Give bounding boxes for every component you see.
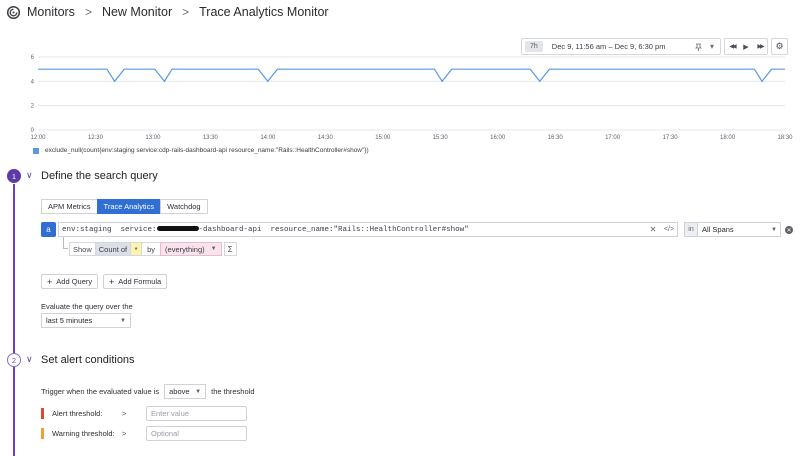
x-tick-label: 14:30 — [318, 135, 334, 141]
threshold-operator-select[interactable]: above ▼ — [164, 384, 207, 399]
alert-color-bar — [41, 408, 44, 419]
threshold-operator-value: above — [169, 387, 190, 396]
breadcrumb-separator: > — [84, 5, 92, 19]
alert-operator: > — [122, 409, 127, 418]
breadcrumb-monitors[interactable]: Monitors — [27, 5, 75, 19]
chevron-down-icon: ▼ — [771, 226, 777, 233]
x-tick-label: 16:30 — [548, 135, 564, 141]
series-line — [38, 68, 785, 83]
group-by-select[interactable]: (everything) ▼ — [160, 242, 222, 256]
breadcrumb-separator: > — [182, 5, 190, 19]
show-label: Show — [69, 242, 96, 256]
step-rail — [13, 184, 15, 456]
sigma-function-icon[interactable]: Σ — [223, 242, 237, 256]
section-title-alert-conditions: Set alert conditions — [41, 354, 135, 366]
chevron-down-icon: ▼ — [120, 317, 126, 324]
trigger-suffix: the threshold — [211, 387, 255, 396]
y-tick-label: 6 — [31, 55, 35, 61]
x-tick-label: 15:00 — [375, 135, 391, 141]
add-formula-label: Add Formula — [118, 277, 162, 286]
by-label: by — [142, 242, 161, 256]
x-tick-label: 12:00 — [30, 135, 46, 141]
service-prefix: service: — [120, 225, 157, 234]
add-query-label: Add Query — [56, 277, 93, 286]
plus-icon: + — [47, 276, 53, 287]
query-actions: ✕ </> — [645, 222, 677, 237]
evaluation-window-select[interactable]: last 5 minutes ▼ — [41, 313, 131, 328]
y-tick-label: 2 — [31, 104, 35, 110]
x-tick-label: 13:00 — [145, 135, 161, 141]
breadcrumb-new-monitor[interactable]: New Monitor — [102, 5, 172, 19]
x-tick-label: 14:00 — [260, 135, 276, 141]
alert-threshold-input[interactable] — [146, 406, 247, 421]
y-tick-label: 4 — [31, 79, 35, 85]
evaluation-window-value: last 5 minutes — [46, 316, 93, 325]
chevron-down-icon[interactable]: ∨ — [26, 354, 33, 365]
x-tick-label: 17:30 — [663, 135, 679, 141]
chart-legend: exclude_null(count{env:staging service:c… — [33, 147, 369, 154]
query-token-resource[interactable]: resource_name:"Rails::HealthController#s… — [271, 226, 469, 234]
x-tick-label: 18:30 — [777, 135, 793, 141]
query-letter-badge[interactable]: a — [41, 222, 56, 237]
redaction-mark — [156, 226, 199, 232]
aggregation-row: Show Count of * by (everything) ▼ Σ — [69, 242, 237, 256]
breadcrumb-current-page: Trace Analytics Monitor — [199, 5, 329, 19]
x-tick-label: 18:00 — [720, 135, 736, 141]
chevron-down-icon[interactable]: ∨ — [26, 170, 33, 181]
search-query-input[interactable]: env:staging service: -dashboard-api resou… — [58, 222, 678, 237]
query-token-env[interactable]: env:staging — [62, 226, 112, 234]
warning-operator: > — [122, 429, 127, 438]
in-label: in — [684, 222, 698, 237]
chevron-down-icon: ▼ — [195, 388, 202, 395]
legend-swatch — [33, 147, 39, 154]
warning-threshold-label: Warning threshold: — [52, 429, 115, 438]
clear-icon[interactable]: ✕ — [645, 222, 661, 237]
remove-query-icon[interactable]: ✕ — [785, 226, 793, 234]
x-tick-label: 16:00 — [490, 135, 506, 141]
span-scope-select[interactable]: All Spans ▼ — [697, 222, 781, 237]
plus-icon: + — [109, 276, 115, 287]
timeseries-chart: 6 4 2 012:00 12:30 13:00 13:30 14:00 14:30 15:00 1… — [30, 55, 793, 141]
x-tick-label: 13:30 — [203, 135, 219, 141]
tab-trace-analytics[interactable]: Trace Analytics — [96, 199, 162, 214]
y-tick-label: 0 — [31, 128, 35, 134]
monitors-logo-icon — [6, 5, 21, 19]
code-icon[interactable]: </> — [661, 222, 677, 237]
tab-apm-metrics[interactable]: APM Metrics — [41, 199, 98, 214]
query-connector — [63, 237, 68, 249]
x-tick-label: 12:30 — [88, 135, 104, 141]
add-formula-button[interactable]: + Add Formula — [103, 274, 168, 289]
alert-threshold-row: Alert threshold: > — [41, 406, 247, 421]
trigger-prefix: Trigger when the evaluated value is — [41, 387, 160, 396]
evaluate-label: Evaluate the query over the — [41, 302, 133, 311]
x-tick-label: 15:30 — [433, 135, 449, 141]
warning-threshold-row: Warning threshold: > — [41, 426, 247, 441]
tab-watchdog[interactable]: Watchdog — [160, 199, 208, 214]
group-by-value: (everything) — [165, 244, 205, 254]
query-token-service[interactable]: service: -dashboard-api — [121, 226, 262, 234]
alert-threshold-label: Alert threshold: — [52, 409, 103, 418]
warning-threshold-input[interactable] — [146, 426, 247, 441]
step-1-badge: 1 — [7, 169, 21, 183]
aggregation-function[interactable]: Count of — [95, 242, 131, 256]
section-title-define-query: Define the search query — [41, 170, 158, 182]
measure-field[interactable]: * — [130, 242, 143, 256]
span-scope-value: All Spans — [702, 225, 734, 234]
trigger-condition-row: Trigger when the evaluated value is abov… — [41, 384, 255, 399]
step-2-badge: 2 — [7, 353, 21, 367]
breadcrumb: Monitors > New Monitor > Trace Analytics… — [0, 0, 800, 24]
warning-color-bar — [41, 428, 44, 439]
chevron-down-icon: ▼ — [210, 246, 217, 252]
add-query-button[interactable]: + Add Query — [41, 274, 99, 289]
legend-label[interactable]: exclude_null(count{env:staging service:c… — [45, 147, 369, 154]
service-suffix: -dashboard-api — [198, 225, 262, 234]
data-source-tabs: APM Metrics Trace Analytics Watchdog — [41, 199, 208, 214]
x-tick-label: 17:00 — [605, 135, 621, 141]
